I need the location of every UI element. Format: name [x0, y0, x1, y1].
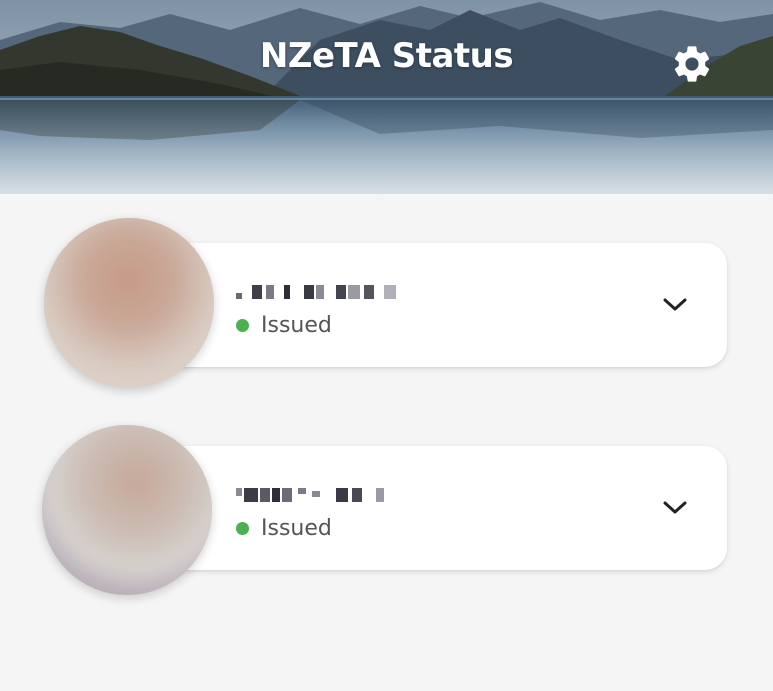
- avatar: [44, 218, 214, 388]
- application-card[interactable]: Issued: [140, 446, 727, 570]
- chevron-down-icon: [663, 501, 687, 514]
- page-title: NZeTA Status: [259, 36, 514, 76]
- applicant-name-redacted: [236, 279, 396, 305]
- application-card[interactable]: Issued: [140, 243, 727, 367]
- expand-button[interactable]: [661, 291, 689, 319]
- status-dot-icon: [236, 522, 249, 535]
- gear-icon: [674, 46, 710, 82]
- settings-button[interactable]: [668, 40, 716, 88]
- status-dot-icon: [236, 319, 249, 332]
- chevron-down-icon: [663, 298, 687, 311]
- header-landscape-image: [0, 0, 773, 194]
- applicant-name-redacted: [236, 482, 384, 508]
- status-badge: Issued: [261, 516, 332, 541]
- header-banner: NZeTA Status: [0, 0, 773, 194]
- expand-button[interactable]: [661, 494, 689, 522]
- avatar: [42, 425, 212, 595]
- status-row: Issued: [236, 516, 332, 541]
- status-row: Issued: [236, 313, 332, 338]
- status-badge: Issued: [261, 313, 332, 338]
